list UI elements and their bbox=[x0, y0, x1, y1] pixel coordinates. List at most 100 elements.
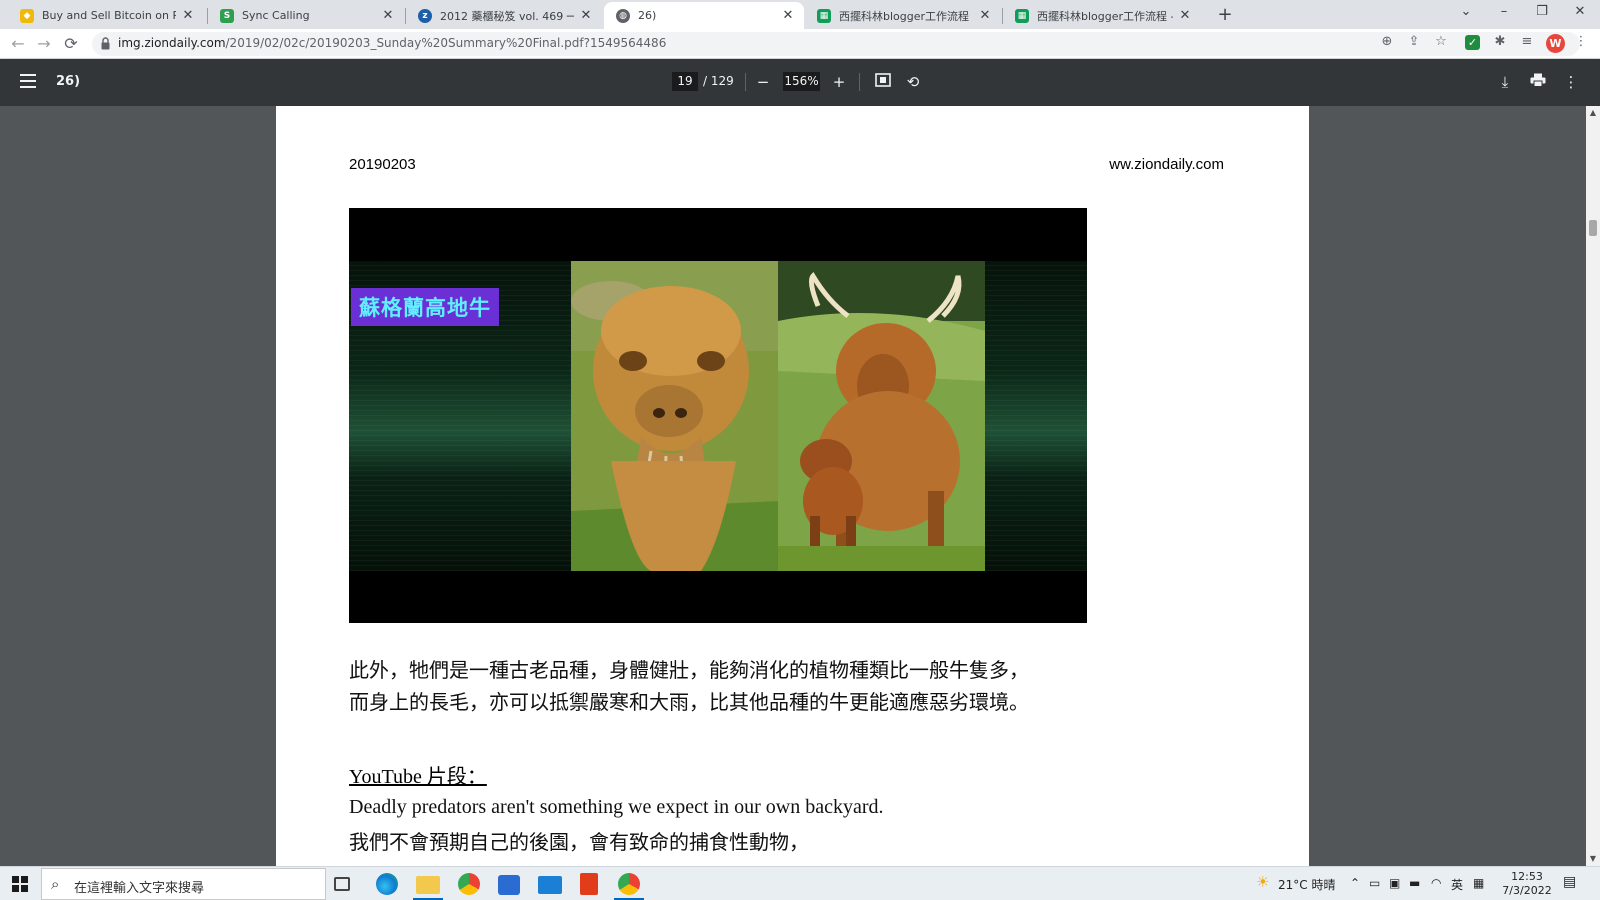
weather-text[interactable]: 21°C 時晴 bbox=[1278, 876, 1335, 893]
pdf-viewer[interactable]: 20190203 ww.ziondaily.com 蘇格蘭高地牛 此外，牠們是一… bbox=[0, 106, 1600, 866]
scroll-down-icon[interactable]: ▼ bbox=[1588, 854, 1598, 863]
tab-title: 西擺科林blogger工作流程 - Goo bbox=[839, 9, 973, 23]
close-tab-icon[interactable]: ✕ bbox=[780, 8, 796, 23]
globe-favicon-icon: ◍ bbox=[616, 8, 630, 23]
meet-now-icon[interactable]: ▭ bbox=[1369, 876, 1380, 890]
zoom-out-button[interactable]: − bbox=[752, 71, 774, 93]
browser-menu-icon[interactable]: ⋮ bbox=[1572, 33, 1590, 51]
search-placeholder: 在這裡輸入文字來搜尋 bbox=[74, 881, 205, 896]
fit-page-icon[interactable] bbox=[872, 71, 894, 93]
edge-icon[interactable] bbox=[376, 873, 398, 895]
tab-search-button[interactable]: ⌄ bbox=[1447, 0, 1485, 26]
address-bar[interactable]: img.ziondaily.com/2019/02/02c/20190203_S… bbox=[92, 32, 1580, 56]
ime-icon[interactable]: ▦ bbox=[1473, 876, 1484, 890]
pdf-page: 20190203 ww.ziondaily.com 蘇格蘭高地牛 此外，牠們是一… bbox=[276, 106, 1309, 866]
video-caption: 蘇格蘭高地牛 bbox=[351, 288, 499, 326]
page-header-date: 20190203 bbox=[349, 156, 416, 173]
pdf-toolbar: 26) 19 / 129 − 156% + ⟲ ⤓ ⋮ bbox=[0, 59, 1600, 106]
task-view-icon[interactable] bbox=[334, 877, 350, 891]
download-icon[interactable]: ⤓ bbox=[1494, 71, 1516, 93]
input-language[interactable]: 英 bbox=[1451, 876, 1463, 893]
taskbar-search-box[interactable]: ⌕ 在這裡輸入文字來搜尋 bbox=[41, 868, 326, 900]
tab-sheets-1[interactable]: ▦ 西擺科林blogger工作流程 - Goo ✕ bbox=[805, 2, 1001, 29]
lock-icon[interactable] bbox=[101, 37, 110, 50]
tab-title: Sync Calling bbox=[242, 9, 310, 22]
windows-start-icon[interactable] bbox=[12, 876, 28, 892]
chrome-canary-icon[interactable] bbox=[458, 873, 480, 895]
print-icon[interactable] bbox=[1527, 71, 1549, 93]
media-playlist-icon[interactable]: ≡ bbox=[1518, 33, 1536, 51]
url-host: img.ziondaily.com bbox=[118, 36, 226, 50]
reload-button[interactable]: ⟳ bbox=[60, 33, 82, 55]
tab-title: 2012 藥櫃秘笈 vol. 469 ──「重 bbox=[440, 9, 574, 23]
close-tab-icon[interactable]: ✕ bbox=[380, 8, 396, 23]
tab-binance[interactable]: ◆ Buy and Sell Bitcoin on P2P | Lo ✕ bbox=[8, 2, 204, 29]
tray-overflow-icon[interactable]: ⌃ bbox=[1350, 876, 1360, 890]
tab-title: Buy and Sell Bitcoin on P2P | Lo bbox=[42, 9, 176, 22]
pdf-title: 26) bbox=[56, 74, 81, 89]
windows-taskbar: ⌕ 在這裡輸入文字來搜尋 ☀ 21°C 時晴 ⌃ ▭ ▣ ▬ ◠ 英 ▦ 12:… bbox=[0, 866, 1600, 900]
youtube-heading: YouTube 片段： bbox=[349, 766, 487, 788]
close-tab-icon[interactable]: ✕ bbox=[578, 8, 594, 23]
tab-active-pdf[interactable]: ◍ 26) ✕ bbox=[604, 2, 804, 29]
notification-icon[interactable]: ▤ bbox=[1563, 874, 1576, 890]
extension-check-icon[interactable]: ✓ bbox=[1465, 35, 1480, 50]
system-clock[interactable]: 12:53 7/3/2022 bbox=[1497, 870, 1557, 898]
extensions-puzzle-icon[interactable]: ✱ bbox=[1491, 33, 1509, 51]
sync-calling-favicon-icon: S bbox=[220, 8, 234, 23]
search-icon: ⌕ bbox=[51, 875, 60, 893]
page-total: / 129 bbox=[703, 74, 734, 88]
url-text[interactable]: img.ziondaily.com/2019/02/02c/20190203_S… bbox=[118, 36, 666, 50]
file-explorer-icon[interactable] bbox=[416, 876, 440, 894]
share-icon[interactable]: ⇪ bbox=[1405, 33, 1423, 51]
tab-zion[interactable]: z 2012 藥櫃秘笈 vol. 469 ──「重 ✕ bbox=[406, 2, 602, 29]
rotate-icon[interactable]: ⟲ bbox=[902, 71, 924, 93]
clock-time: 12:53 bbox=[1511, 870, 1543, 883]
chrome-icon[interactable] bbox=[618, 873, 640, 895]
close-window-button[interactable]: ✕ bbox=[1561, 0, 1599, 26]
close-tab-icon[interactable]: ✕ bbox=[1177, 8, 1193, 23]
display-icon[interactable]: ▣ bbox=[1389, 876, 1400, 890]
tab-sheets-2[interactable]: ▦ 西擺科林blogger工作流程 - Goo ✕ bbox=[1003, 2, 1201, 29]
address-bar-row: ← → ⟳ img.ziondaily.com/2019/02/02c/2019… bbox=[0, 29, 1600, 59]
video-caption-text: 蘇格蘭高地牛 bbox=[359, 296, 491, 320]
profile-avatar[interactable]: W bbox=[1546, 34, 1565, 53]
url-path: /2019/02/02c/20190203_Sunday%20Summary%2… bbox=[225, 36, 667, 50]
close-tab-icon[interactable]: ✕ bbox=[180, 8, 196, 23]
network-icon[interactable]: ◠ bbox=[1431, 876, 1441, 890]
office-icon[interactable] bbox=[580, 873, 598, 895]
bookmark-star-icon[interactable]: ☆ bbox=[1432, 33, 1450, 51]
mail-icon[interactable] bbox=[538, 876, 562, 894]
battery-icon[interactable]: ▬ bbox=[1409, 876, 1420, 890]
highland-calf-photo bbox=[571, 261, 778, 571]
restore-button[interactable]: ❐ bbox=[1523, 0, 1561, 26]
more-vert-icon[interactable]: ⋮ bbox=[1560, 71, 1582, 93]
new-tab-button[interactable]: + bbox=[1213, 4, 1237, 26]
tab-strip: ◆ Buy and Sell Bitcoin on P2P | Lo ✕ S S… bbox=[0, 0, 1600, 29]
zoom-icon[interactable]: ⊕ bbox=[1378, 33, 1396, 51]
page-number-input[interactable]: 19 bbox=[672, 72, 698, 91]
paragraph-line-2: 而身上的長毛，亦可以抵禦嚴寒和大雨，比其他品種的牛更能適應惡劣環境。 bbox=[349, 690, 1029, 714]
tab-title: 26) bbox=[638, 9, 657, 22]
close-tab-icon[interactable]: ✕ bbox=[977, 8, 993, 23]
tab-sync-calling[interactable]: S Sync Calling ✕ bbox=[208, 2, 404, 29]
paragraph-line-1: 此外，牠們是一種古老品種，身體健壯，能夠消化的植物種類比一般牛隻多， bbox=[349, 658, 1029, 682]
clock-date: 7/3/2022 bbox=[1502, 884, 1552, 897]
scroll-up-icon[interactable]: ▲ bbox=[1588, 108, 1598, 117]
sidebar-menu-icon[interactable] bbox=[20, 74, 36, 88]
minimize-button[interactable]: – bbox=[1485, 0, 1523, 26]
weather-icon[interactable]: ☀ bbox=[1256, 873, 1269, 891]
back-button[interactable]: ← bbox=[7, 33, 29, 55]
toolbar-divider bbox=[859, 73, 860, 91]
zoom-level-input[interactable]: 156% bbox=[783, 72, 820, 91]
store-icon[interactable] bbox=[498, 875, 520, 895]
sheets-favicon-icon: ▦ bbox=[817, 8, 831, 23]
zoom-in-button[interactable]: + bbox=[828, 71, 850, 93]
chinese-line: 我們不會預期自己的後園，會有致命的捕食性動物， bbox=[349, 830, 809, 854]
highland-cow-and-calf-photo bbox=[778, 261, 985, 571]
page-header-site: ww.ziondaily.com bbox=[1109, 156, 1224, 173]
zion-favicon-icon: z bbox=[418, 8, 432, 23]
forward-button[interactable]: → bbox=[33, 33, 55, 55]
scrollbar-thumb[interactable] bbox=[1589, 220, 1597, 236]
vertical-scrollbar[interactable]: ▲ ▼ bbox=[1586, 106, 1600, 866]
